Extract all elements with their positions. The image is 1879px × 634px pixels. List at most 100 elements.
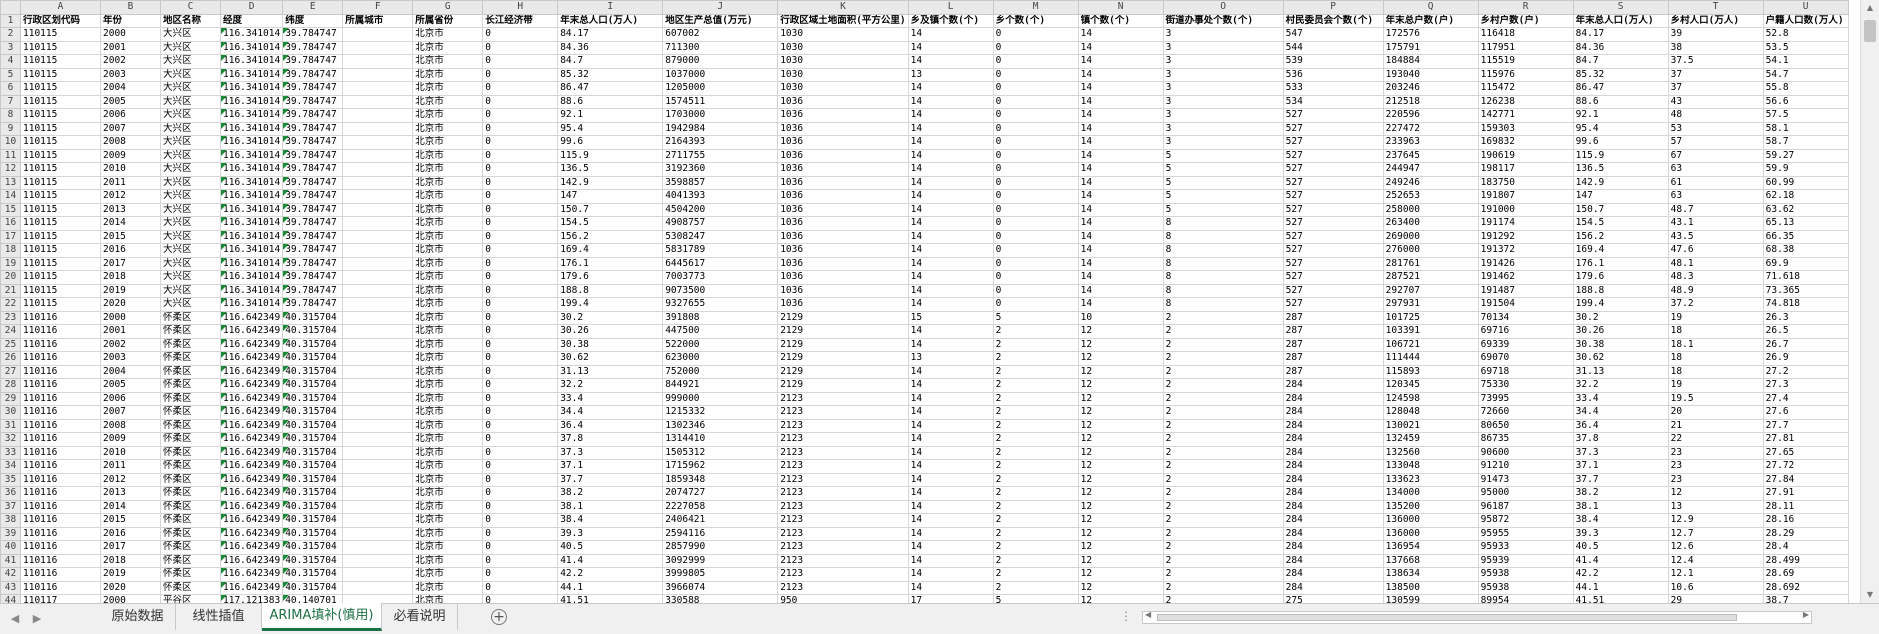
header-cell[interactable]: 年末总人口(万人) bbox=[557, 13, 664, 28]
table-cell[interactable]: 14 bbox=[1077, 121, 1164, 136]
table-cell[interactable]: 2006 bbox=[100, 391, 161, 406]
table-cell[interactable]: 33.4 bbox=[1572, 391, 1669, 406]
table-cell[interactable]: 1302346 bbox=[662, 418, 779, 433]
table-cell[interactable]: 北京市 bbox=[412, 567, 484, 582]
table-cell[interactable]: 2020 bbox=[100, 297, 161, 312]
row-number[interactable]: 26 bbox=[0, 351, 21, 366]
table-cell[interactable]: 110115 bbox=[20, 121, 101, 136]
table-cell[interactable]: 2 bbox=[992, 324, 1079, 339]
table-cell[interactable]: 2227058 bbox=[662, 499, 779, 514]
header-cell[interactable]: 乡个数(个) bbox=[992, 13, 1079, 28]
header-cell[interactable]: 行政区域土地面积(平方公里) bbox=[777, 13, 909, 28]
table-cell[interactable]: 85.32 bbox=[557, 67, 664, 82]
table-cell[interactable]: 14 bbox=[907, 243, 994, 258]
table-cell[interactable]: 292707 bbox=[1382, 283, 1479, 298]
table-cell[interactable]: 2003 bbox=[100, 351, 161, 366]
table-cell[interactable]: 14 bbox=[907, 418, 994, 433]
table-cell[interactable]: 2123 bbox=[777, 391, 909, 406]
table-cell[interactable]: 86735 bbox=[1477, 432, 1574, 447]
header-cell[interactable]: 户籍人口数(万人) bbox=[1762, 13, 1849, 28]
table-cell[interactable]: 14 bbox=[907, 256, 994, 271]
table-cell[interactable]: 110116 bbox=[20, 351, 101, 366]
table-cell[interactable]: 39.784747 bbox=[282, 297, 344, 312]
table-cell[interactable]: 116.341014 bbox=[219, 243, 284, 258]
table-cell[interactable]: 103391 bbox=[1382, 324, 1479, 339]
table-cell[interactable]: 5 bbox=[1162, 175, 1284, 190]
table-cell[interactable]: 14 bbox=[1077, 54, 1164, 69]
table-cell[interactable]: 0 bbox=[482, 580, 559, 595]
table-cell[interactable]: 38.1 bbox=[1572, 499, 1669, 514]
table-cell[interactable]: 169.4 bbox=[1572, 243, 1669, 258]
table-cell[interactable]: 40.315704 bbox=[282, 445, 344, 460]
table-cell[interactable]: 14 bbox=[1077, 189, 1164, 204]
table-cell[interactable]: 1715962 bbox=[662, 459, 779, 474]
table-cell[interactable]: 1036 bbox=[777, 229, 909, 244]
table-cell[interactable]: 1030 bbox=[777, 81, 909, 96]
table-cell[interactable]: 12 bbox=[1667, 486, 1764, 501]
table-cell[interactable]: 116.341014 bbox=[219, 162, 284, 177]
table-cell[interactable]: 1036 bbox=[777, 270, 909, 285]
table-cell[interactable]: 大兴区 bbox=[160, 148, 221, 163]
table-cell[interactable]: 19.5 bbox=[1667, 391, 1764, 406]
table-cell[interactable]: 37.3 bbox=[1572, 445, 1669, 460]
table-cell[interactable]: 116.642349 bbox=[219, 351, 284, 366]
table-cell[interactable]: 怀柔区 bbox=[160, 405, 221, 420]
table-cell[interactable]: 0 bbox=[482, 324, 559, 339]
row-number[interactable]: 41 bbox=[0, 553, 21, 568]
next-sheet-arrow-icon[interactable]: ▶ bbox=[30, 612, 44, 625]
table-cell[interactable]: 2129 bbox=[777, 337, 909, 352]
table-cell[interactable]: 40.315704 bbox=[282, 391, 344, 406]
table-cell[interactable]: 84.36 bbox=[557, 40, 664, 55]
table-cell[interactable]: 10 bbox=[1077, 310, 1164, 325]
column-header[interactable]: C bbox=[160, 0, 221, 15]
table-cell[interactable]: 284 bbox=[1282, 567, 1384, 582]
table-cell[interactable]: 2016 bbox=[100, 243, 161, 258]
table-cell[interactable]: 110115 bbox=[20, 27, 101, 42]
table-cell[interactable]: 2 bbox=[992, 553, 1079, 568]
table-cell[interactable]: 北京市 bbox=[412, 189, 484, 204]
table-cell[interactable] bbox=[342, 526, 414, 541]
table-cell[interactable]: 2 bbox=[1162, 378, 1284, 393]
table-cell[interactable]: 36.4 bbox=[1572, 418, 1669, 433]
table-cell[interactable]: 0 bbox=[992, 189, 1079, 204]
table-cell[interactable]: 39.784747 bbox=[282, 162, 344, 177]
row-number[interactable]: 44 bbox=[0, 594, 21, 603]
select-all-corner[interactable] bbox=[0, 0, 21, 15]
table-cell[interactable]: 17 bbox=[907, 594, 994, 603]
table-cell[interactable]: 14 bbox=[1077, 108, 1164, 123]
table-cell[interactable]: 59.27 bbox=[1762, 148, 1849, 163]
table-cell[interactable]: 3966074 bbox=[662, 580, 779, 595]
table-cell[interactable]: 284 bbox=[1282, 580, 1384, 595]
table-cell[interactable]: 北京市 bbox=[412, 580, 484, 595]
table-cell[interactable]: 北京市 bbox=[412, 391, 484, 406]
table-cell[interactable]: 0 bbox=[992, 229, 1079, 244]
table-cell[interactable]: 116418 bbox=[1477, 27, 1574, 42]
header-cell[interactable]: 地区生产总值(万元) bbox=[662, 13, 779, 28]
table-cell[interactable]: 北京市 bbox=[412, 148, 484, 163]
scroll-down-arrow-icon[interactable]: ▼ bbox=[1861, 587, 1879, 603]
table-cell[interactable]: 2010 bbox=[100, 162, 161, 177]
table-cell[interactable]: 999000 bbox=[662, 391, 779, 406]
table-cell[interactable]: 534 bbox=[1282, 94, 1384, 109]
table-cell[interactable]: 56.6 bbox=[1762, 94, 1849, 109]
table-cell[interactable]: 12 bbox=[1077, 405, 1164, 420]
table-cell[interactable]: 116.642349 bbox=[219, 526, 284, 541]
table-cell[interactable]: 193040 bbox=[1382, 67, 1479, 82]
table-cell[interactable]: 31.13 bbox=[557, 364, 664, 379]
table-cell[interactable]: 60.99 bbox=[1762, 175, 1849, 190]
scroll-left-arrow-icon[interactable]: ◀ bbox=[1145, 610, 1151, 619]
table-cell[interactable]: 14 bbox=[1077, 175, 1164, 190]
table-cell[interactable]: 116.341014 bbox=[219, 135, 284, 150]
table-cell[interactable]: 0 bbox=[992, 40, 1079, 55]
table-cell[interactable] bbox=[342, 283, 414, 298]
table-cell[interactable]: 27.7 bbox=[1762, 418, 1849, 433]
table-cell[interactable]: 2164393 bbox=[662, 135, 779, 150]
table-cell[interactable] bbox=[342, 553, 414, 568]
row-number[interactable]: 13 bbox=[0, 175, 21, 190]
column-header[interactable]: F bbox=[342, 0, 414, 15]
table-cell[interactable]: 99.6 bbox=[1572, 135, 1669, 150]
table-cell[interactable]: 67 bbox=[1667, 148, 1764, 163]
table-cell[interactable]: 怀柔区 bbox=[160, 364, 221, 379]
table-cell[interactable]: 14 bbox=[907, 121, 994, 136]
table-cell[interactable]: 2017 bbox=[100, 256, 161, 271]
